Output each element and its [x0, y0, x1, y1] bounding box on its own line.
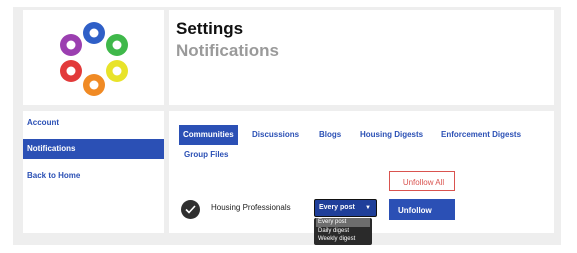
sidebar-item-account[interactable]: Account [23, 113, 164, 133]
sidebar-item-back-to-home[interactable]: Back to Home [23, 166, 164, 186]
chevron-down-icon: ▼ [365, 205, 371, 211]
page-frame: Settings Notifications Account Notificat… [13, 7, 561, 245]
page-title: Settings [176, 19, 244, 38]
community-name: Housing Professionals [211, 203, 291, 212]
tab-enforcement-digests[interactable]: Enforcement Digests [441, 125, 521, 145]
people-circle-logo [60, 22, 128, 96]
logo-panel [23, 10, 164, 105]
check-icon [185, 205, 196, 214]
unfollow-button[interactable]: Unfollow [389, 199, 455, 220]
frequency-option-weekly-digest[interactable]: Weekly digest [316, 235, 370, 244]
tab-communities[interactable]: Communities [179, 125, 238, 145]
status-check [181, 200, 200, 219]
sidebar-item-notifications[interactable]: Notifications [23, 139, 164, 159]
frequency-dropdown: Every post Daily digest Weekly digest [314, 218, 372, 245]
page-header: Settings Notifications [169, 10, 554, 105]
frequency-option-every-post[interactable]: Every post [316, 218, 370, 227]
frequency-select[interactable]: Every post ▼ [314, 199, 377, 217]
tab-discussions[interactable]: Discussions [252, 125, 299, 145]
tab-blogs[interactable]: Blogs [319, 125, 341, 145]
unfollow-all-button[interactable]: Unfollow All [389, 171, 455, 191]
notifications-panel: Communities Discussions Blogs Housing Di… [169, 111, 554, 245]
page-subtitle: Notifications [176, 41, 279, 60]
tab-housing-digests[interactable]: Housing Digests [360, 125, 423, 145]
frequency-selected-value: Every post [319, 204, 355, 211]
sidebar: Account Notifications Back to Home [23, 111, 164, 233]
tab-group-files[interactable]: Group Files [184, 145, 228, 165]
